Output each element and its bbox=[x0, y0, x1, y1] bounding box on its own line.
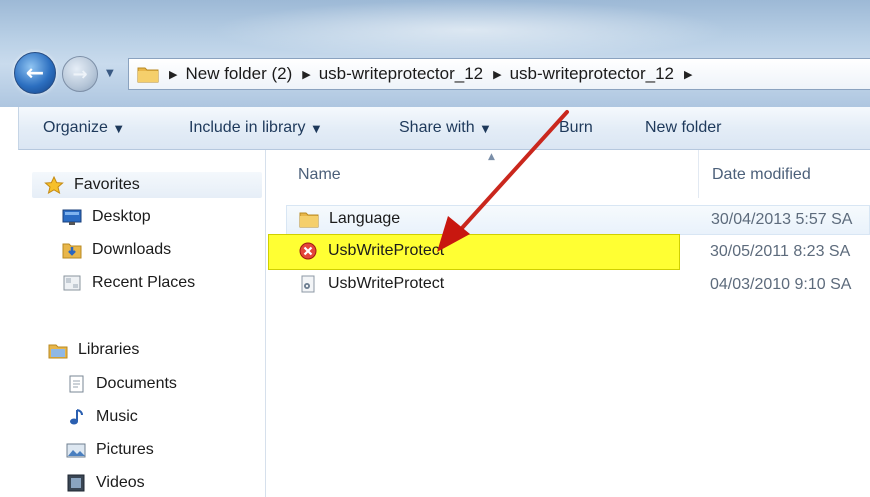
highlight-box bbox=[268, 234, 680, 270]
include-in-library-menu[interactable]: Include in library ▼ bbox=[189, 119, 320, 137]
music-icon bbox=[66, 408, 86, 426]
nav-item-recent-places[interactable]: Recent Places bbox=[62, 274, 195, 292]
sort-ascending-icon: ▲ bbox=[488, 152, 495, 162]
window-titlebar bbox=[0, 0, 870, 107]
nav-item-desktop[interactable]: Desktop bbox=[62, 208, 151, 226]
new-folder-label: New folder bbox=[645, 119, 722, 136]
breadcrumb-item[interactable]: New folder (2) bbox=[185, 64, 292, 84]
breadcrumb-chevron-icon[interactable]: ▶ bbox=[493, 68, 501, 81]
include-in-library-label: Include in library bbox=[189, 119, 306, 136]
nav-item-videos[interactable]: Videos bbox=[66, 474, 145, 492]
breadcrumb-chevron-icon[interactable]: ▶ bbox=[169, 68, 177, 81]
nav-favorites-label: Favorites bbox=[74, 176, 140, 193]
nav-item-music[interactable]: Music bbox=[66, 408, 138, 426]
burn-label: Burn bbox=[559, 119, 593, 136]
nav-item-label: Downloads bbox=[92, 241, 172, 258]
nav-item-documents[interactable]: Documents bbox=[66, 375, 177, 393]
nav-libraries-label: Libraries bbox=[78, 341, 140, 358]
file-list-pane: ▲ Name Date modified Language 30/04/2013… bbox=[266, 150, 870, 497]
nav-item-label: Documents bbox=[96, 375, 177, 392]
folder-icon bbox=[299, 210, 319, 228]
recent-pages-dropdown[interactable]: ▼ bbox=[106, 68, 118, 80]
nav-item-label: Pictures bbox=[96, 441, 154, 458]
nav-item-pictures[interactable]: Pictures bbox=[66, 441, 154, 459]
chevron-down-icon: ▼ bbox=[481, 124, 490, 135]
column-divider[interactable] bbox=[698, 150, 699, 198]
downloads-icon bbox=[62, 241, 82, 259]
back-button[interactable]: ← bbox=[14, 52, 56, 94]
nav-favorites[interactable]: Favorites bbox=[32, 172, 262, 198]
nav-libraries[interactable]: Libraries bbox=[48, 341, 139, 359]
forward-button[interactable]: → bbox=[62, 56, 98, 92]
star-icon bbox=[44, 175, 64, 195]
organize-label: Organize bbox=[43, 119, 108, 136]
pictures-icon bbox=[66, 441, 86, 459]
libraries-icon bbox=[48, 341, 68, 359]
nav-item-downloads[interactable]: Downloads bbox=[62, 241, 171, 259]
share-with-label: Share with bbox=[399, 119, 475, 136]
forward-arrow-icon: → bbox=[72, 63, 88, 85]
back-arrow-icon: ← bbox=[25, 60, 45, 86]
desktop-icon bbox=[62, 208, 82, 226]
file-date: 30/04/2013 5:57 SA bbox=[711, 211, 853, 228]
nav-item-label: Videos bbox=[96, 474, 145, 491]
command-bar: Organize ▼ Include in library ▼ Share with… bbox=[18, 107, 870, 150]
folder-icon bbox=[137, 65, 159, 83]
organize-menu[interactable]: Organize ▼ bbox=[43, 119, 123, 137]
file-name-cell: Language bbox=[299, 210, 400, 228]
documents-icon bbox=[66, 375, 86, 393]
file-name: Language bbox=[329, 210, 401, 227]
breadcrumb-chevron-icon[interactable]: ▶ bbox=[684, 68, 692, 81]
title-glass bbox=[210, 0, 730, 60]
burn-button[interactable]: Burn bbox=[559, 119, 593, 137]
breadcrumb-chevron-icon[interactable]: ▶ bbox=[302, 68, 310, 81]
breadcrumb-item[interactable]: usb-writeprotector_12 bbox=[510, 64, 674, 84]
column-header-date-modified[interactable]: Date modified bbox=[712, 166, 811, 184]
address-bar[interactable]: ▶ New folder (2) ▶ usb-writeprotector_12… bbox=[128, 58, 870, 90]
breadcrumb-item[interactable]: usb-writeprotector_12 bbox=[319, 64, 483, 84]
recent-places-icon bbox=[62, 274, 82, 292]
videos-icon bbox=[66, 474, 86, 492]
file-row[interactable]: Language 30/04/2013 5:57 SA bbox=[286, 205, 870, 235]
nav-item-label: Recent Places bbox=[92, 274, 196, 291]
share-with-menu[interactable]: Share with ▼ bbox=[399, 119, 489, 137]
column-header-name[interactable]: Name bbox=[298, 166, 341, 184]
new-folder-button[interactable]: New folder bbox=[645, 119, 721, 137]
chevron-down-icon: ▼ bbox=[114, 124, 123, 135]
chevron-down-icon: ▼ bbox=[312, 124, 321, 135]
navigation-pane: Favorites Desktop Downloads Recent Place… bbox=[18, 150, 266, 497]
nav-item-label: Music bbox=[96, 408, 138, 425]
nav-item-label: Desktop bbox=[92, 208, 151, 225]
